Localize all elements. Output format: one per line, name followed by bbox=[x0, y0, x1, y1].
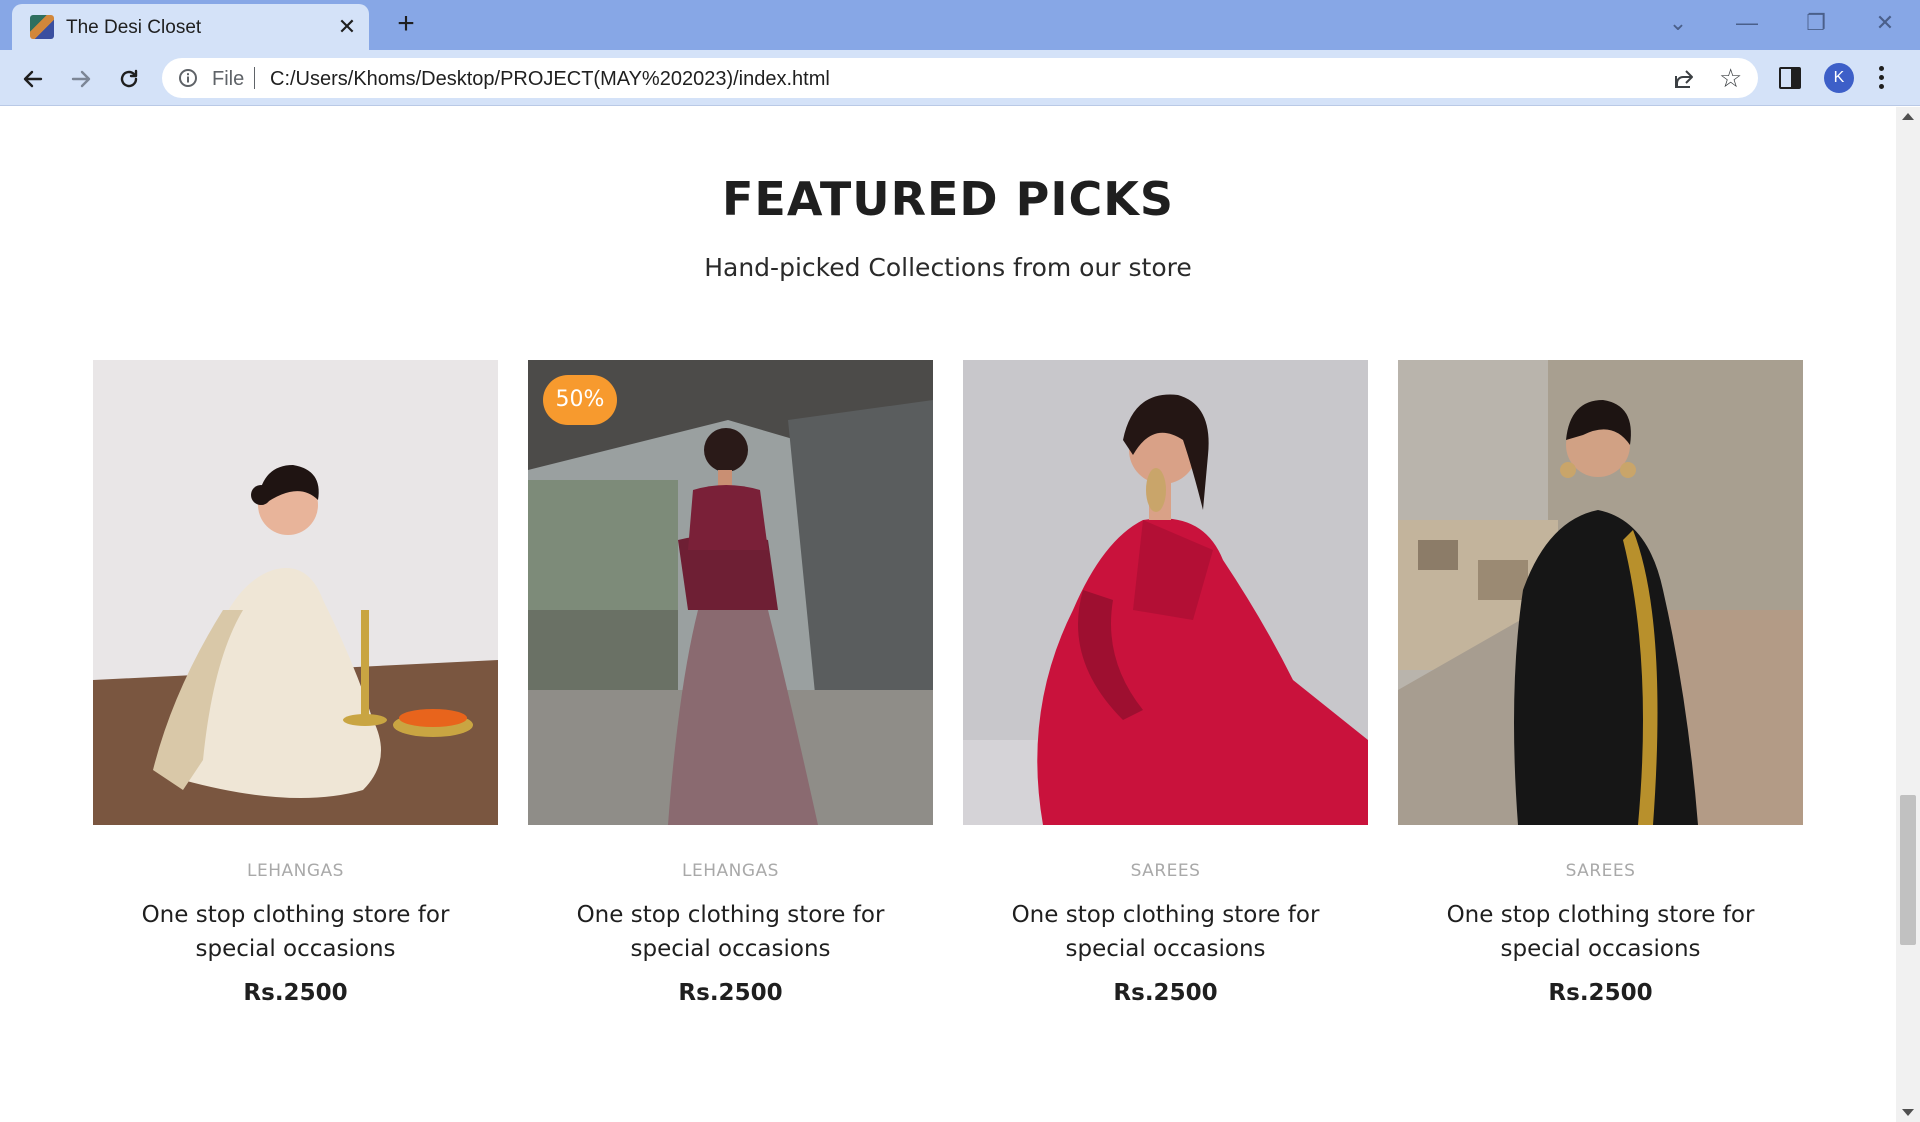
reload-button[interactable] bbox=[112, 62, 146, 96]
scroll-down-icon[interactable] bbox=[1902, 1109, 1914, 1116]
product-card[interactable]: 50% LEHANGAS One stop clothing store for… bbox=[528, 360, 933, 1006]
address-separator bbox=[254, 67, 255, 89]
product-name[interactable]: One stop clothing store for special occa… bbox=[571, 898, 891, 966]
site-favicon-icon bbox=[30, 15, 54, 39]
restore-button[interactable]: ❐ bbox=[1796, 8, 1836, 38]
arrow-right-icon bbox=[71, 70, 91, 88]
product-card[interactable]: LEHANGAS One stop clothing store for spe… bbox=[93, 360, 498, 1006]
reload-icon bbox=[120, 69, 138, 88]
product-card[interactable]: SAREES One stop clothing store for speci… bbox=[963, 360, 1368, 1006]
product-price: Rs.2500 bbox=[1548, 980, 1653, 1006]
profile-avatar[interactable]: K bbox=[1824, 63, 1854, 93]
product-image-saree-black[interactable] bbox=[1398, 360, 1803, 825]
product-price: Rs.2500 bbox=[1113, 980, 1218, 1006]
page-content: FEATURED PICKS Hand-picked Collections f… bbox=[0, 107, 1896, 1122]
discount-badge: 50% bbox=[543, 375, 617, 425]
page-scrollbar[interactable] bbox=[1896, 107, 1920, 1122]
url-text[interactable]: C:/Users/Khoms/Desktop/PROJECT(MAY%20202… bbox=[270, 68, 830, 91]
section-subtitle: Hand-picked Collections from our store bbox=[704, 253, 1192, 282]
browser-tab[interactable]: The Desi Closet ✕ bbox=[12, 4, 369, 50]
new-tab-button[interactable]: + bbox=[390, 8, 422, 40]
product-category: SAREES bbox=[1130, 861, 1201, 881]
scrollbar-thumb[interactable] bbox=[1900, 795, 1916, 945]
product-photo bbox=[1398, 360, 1803, 825]
product-price: Rs.2500 bbox=[678, 980, 783, 1006]
product-name[interactable]: One stop clothing store for special occa… bbox=[1006, 898, 1326, 966]
product-image-lehenga-cream[interactable] bbox=[93, 360, 498, 825]
product-photo bbox=[963, 360, 1368, 825]
product-image-saree-red[interactable] bbox=[963, 360, 1368, 825]
browser-menu-icon[interactable] bbox=[1876, 64, 1886, 92]
minimize-button[interactable]: — bbox=[1727, 8, 1767, 38]
tab-search-icon[interactable]: ⌄ bbox=[1658, 8, 1698, 38]
product-image-lehenga-mauve[interactable]: 50% bbox=[528, 360, 933, 825]
share-icon[interactable] bbox=[1672, 67, 1696, 91]
product-category: LEHANGAS bbox=[247, 861, 344, 881]
product-name[interactable]: One stop clothing store for special occa… bbox=[1441, 898, 1761, 966]
close-window-button[interactable]: ✕ bbox=[1865, 8, 1905, 38]
product-name[interactable]: One stop clothing store for special occa… bbox=[136, 898, 456, 966]
browser-titlebar: The Desi Closet ✕ + ⌄ — ❐ ✕ bbox=[0, 0, 1920, 50]
file-scheme-label: File bbox=[212, 68, 245, 90]
scroll-up-icon[interactable] bbox=[1902, 113, 1914, 120]
tab-title: The Desi Closet bbox=[66, 17, 202, 38]
product-photo bbox=[93, 360, 498, 825]
back-button[interactable] bbox=[16, 62, 50, 96]
product-price: Rs.2500 bbox=[243, 980, 348, 1006]
side-panel-icon[interactable] bbox=[1779, 67, 1801, 89]
tab-close-icon[interactable]: ✕ bbox=[334, 14, 360, 40]
browser-toolbar: File C:/Users/Khoms/Desktop/PROJECT(MAY%… bbox=[0, 50, 1920, 106]
product-photo bbox=[528, 360, 933, 825]
info-icon[interactable] bbox=[178, 68, 198, 88]
bookmark-star-icon[interactable]: ☆ bbox=[1719, 65, 1742, 91]
forward-button[interactable] bbox=[64, 62, 98, 96]
product-category: LEHANGAS bbox=[682, 861, 779, 881]
address-bar[interactable]: File C:/Users/Khoms/Desktop/PROJECT(MAY%… bbox=[162, 58, 1758, 98]
arrow-left-icon bbox=[23, 70, 43, 88]
product-card[interactable]: SAREES One stop clothing store for speci… bbox=[1398, 360, 1803, 1006]
section-title: FEATURED PICKS bbox=[721, 172, 1174, 226]
product-category: SAREES bbox=[1565, 861, 1636, 881]
